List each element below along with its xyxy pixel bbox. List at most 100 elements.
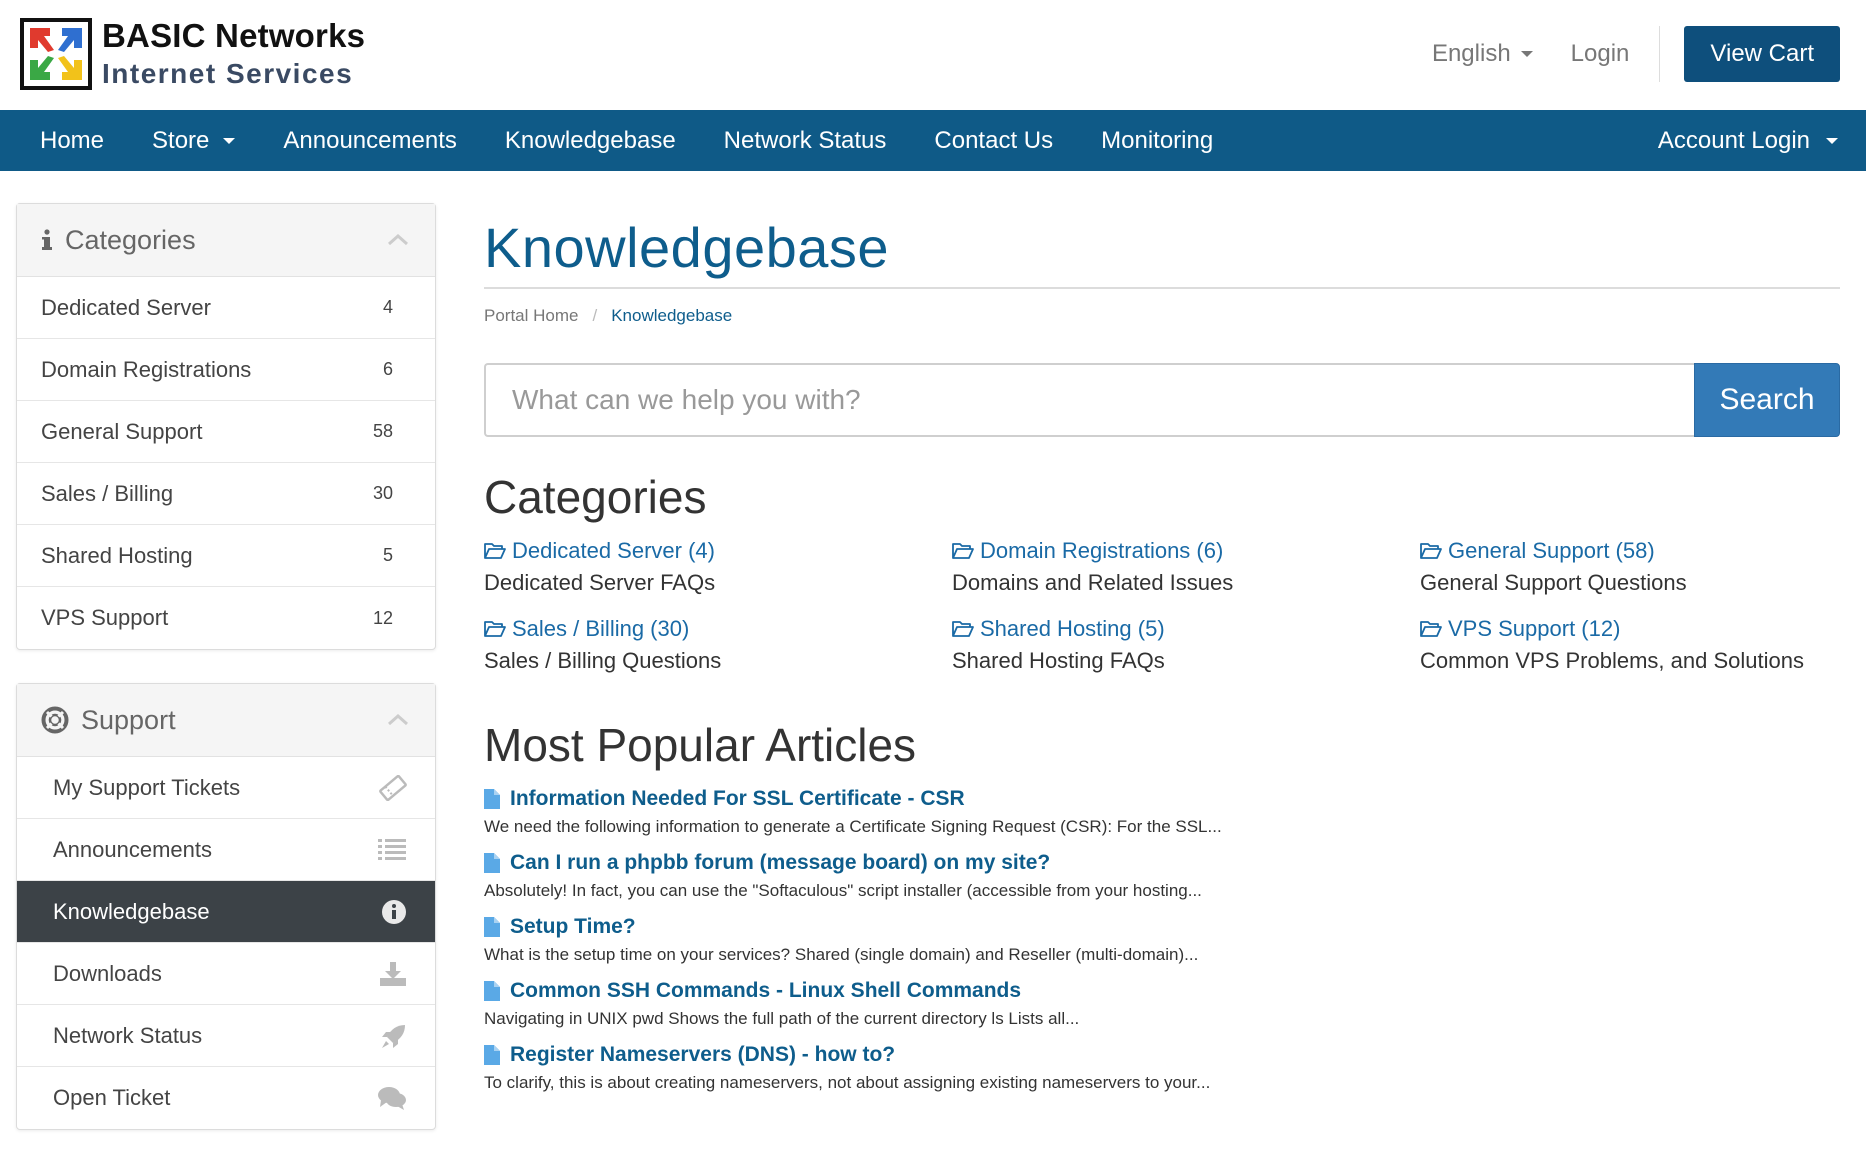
main-content: Knowledgebase Portal Home / Knowledgebas…	[484, 171, 1840, 1095]
sidebar-support-my-tickets[interactable]: My Support Tickets	[17, 757, 435, 819]
chevron-up-icon[interactable]	[387, 714, 409, 726]
category-count: 30	[372, 483, 393, 503]
support-panel-header[interactable]: Support	[17, 684, 435, 757]
rocket-icon	[382, 1025, 405, 1048]
category-link-label: Sales / Billing (30)	[512, 616, 690, 641]
nav-knowledgebase[interactable]: Knowledgebase	[481, 110, 700, 171]
sidebar-support-open-ticket[interactable]: Open Ticket	[17, 1067, 435, 1129]
list-icon	[378, 839, 406, 860]
sidebar-category-sales-billing[interactable]: Sales / Billing 30	[17, 463, 435, 525]
nav-network-status[interactable]: Network Status	[700, 110, 911, 171]
category-card: VPS Support (12) Common VPS Problems, an…	[1420, 613, 1840, 677]
kb-search-button[interactable]: Search	[1694, 363, 1840, 437]
brand-logo[interactable]: BASIC Networks Internet Services	[20, 18, 365, 94]
article-link-phpbb-forum[interactable]: Can I run a phpbb forum (message board) …	[484, 847, 1840, 879]
category-link-label: Domain Registrations (6)	[980, 538, 1224, 563]
category-count: 4	[382, 297, 393, 317]
title-divider	[484, 287, 1840, 289]
nav-store-label: Store	[152, 126, 210, 154]
kb-search-input[interactable]	[484, 363, 1694, 437]
file-icon	[484, 1045, 500, 1065]
folder-open-icon	[1420, 621, 1442, 637]
category-link-shared-hosting[interactable]: Shared Hosting (5)	[952, 613, 1420, 645]
breadcrumb: Portal Home / Knowledgebase	[484, 303, 1840, 329]
sidebar-category-domain-registrations[interactable]: Domain Registrations 6	[17, 339, 435, 401]
article-excerpt: We need the following information to gen…	[484, 817, 1222, 836]
nav-announcements[interactable]: Announcements	[259, 110, 480, 171]
breadcrumb-portal-home[interactable]: Portal Home	[484, 306, 578, 326]
view-cart-button[interactable]: View Cart	[1684, 26, 1840, 82]
category-link-vps-support[interactable]: VPS Support (12)	[1420, 613, 1840, 645]
article-title: Setup Time?	[510, 915, 636, 938]
brand-subtitle: Internet Services	[102, 58, 354, 89]
sidebar-support-knowledgebase[interactable]: Knowledgebase	[17, 881, 435, 943]
article-link-ssl-csr[interactable]: Information Needed For SSL Certificate -…	[484, 783, 1840, 815]
article-item: Information Needed For SSL Certificate -…	[484, 783, 1840, 839]
language-selector[interactable]: English	[1432, 40, 1533, 68]
sidebar-item-label: Knowledgebase	[53, 898, 210, 924]
category-link-label: General Support (58)	[1448, 538, 1655, 563]
breadcrumb-knowledgebase[interactable]: Knowledgebase	[611, 306, 732, 326]
category-card: Shared Hosting (5) Shared Hosting FAQs	[952, 613, 1420, 677]
categories-grid: Dedicated Server (4) Dedicated Server FA…	[484, 535, 1840, 677]
login-link[interactable]: Login	[1571, 40, 1630, 68]
comments-icon	[378, 1087, 406, 1110]
nav-store[interactable]: Store	[128, 110, 259, 171]
article-excerpt: Absolutely! In fact, you can use the "So…	[484, 881, 1202, 900]
folder-open-icon	[952, 543, 974, 559]
sidebar-item-label: Network Status	[53, 1022, 203, 1048]
article-link-register-nameservers[interactable]: Register Nameservers (DNS) - how to?	[484, 1039, 1840, 1071]
article-link-ssh-commands[interactable]: Common SSH Commands - Linux Shell Comman…	[484, 975, 1840, 1007]
nav-contact-us[interactable]: Contact Us	[910, 110, 1077, 171]
category-count: 5	[382, 545, 393, 565]
info-icon	[42, 229, 52, 250]
categories-panel: Categories Dedicated Server 4 Domain Reg…	[16, 203, 436, 650]
article-item: Register Nameservers (DNS) - how to? To …	[484, 1039, 1840, 1095]
nav-home[interactable]: Home	[16, 110, 128, 171]
category-count: 58	[372, 421, 393, 441]
sidebar-item-label: Shared Hosting	[41, 542, 193, 568]
popular-articles-heading: Most Popular Articles	[484, 719, 917, 771]
sidebar-support-network-status[interactable]: Network Status	[17, 1005, 435, 1067]
category-link-domain-registrations[interactable]: Domain Registrations (6)	[952, 535, 1420, 567]
nav-account-login[interactable]: Account Login	[1634, 110, 1838, 171]
category-description: Common VPS Problems, and Solutions	[1420, 648, 1804, 673]
sidebar-category-vps-support[interactable]: VPS Support 12	[17, 587, 435, 649]
sidebar-support-announcements[interactable]: Announcements	[17, 819, 435, 881]
sidebar-category-dedicated-server[interactable]: Dedicated Server 4	[17, 277, 435, 339]
category-link-sales-billing[interactable]: Sales / Billing (30)	[484, 613, 952, 645]
category-link-label: Dedicated Server (4)	[512, 538, 715, 563]
category-card: General Support (58) General Support Que…	[1420, 535, 1840, 599]
sidebar-support-downloads[interactable]: Downloads	[17, 943, 435, 1005]
sidebar-item-label: General Support	[41, 418, 203, 444]
article-link-setup-time[interactable]: Setup Time?	[484, 911, 1840, 943]
sidebar-item-label: Dedicated Server	[41, 294, 211, 320]
category-description: Shared Hosting FAQs	[952, 648, 1165, 673]
category-description: Sales / Billing Questions	[484, 648, 722, 673]
category-card: Sales / Billing (30) Sales / Billing Que…	[484, 613, 952, 677]
sidebar-category-shared-hosting[interactable]: Shared Hosting 5	[17, 525, 435, 587]
article-excerpt: To clarify, this is about creating names…	[484, 1073, 1211, 1092]
category-description: Domains and Related Issues	[952, 570, 1234, 595]
main-navbar: Home Store Announcements Knowledgebase N…	[0, 110, 1866, 171]
file-icon	[484, 853, 500, 873]
sidebar-item-label: VPS Support	[41, 605, 169, 630]
sidebar-item-label: My Support Tickets	[53, 774, 241, 800]
nav-monitoring[interactable]: Monitoring	[1077, 110, 1237, 171]
chevron-up-icon[interactable]	[387, 234, 409, 246]
sidebar-item-label: Announcements	[53, 836, 212, 862]
caret-down-icon	[1520, 51, 1533, 57]
sidebar-category-general-support[interactable]: General Support 58	[17, 401, 435, 463]
file-icon	[484, 981, 500, 1001]
article-item: Common SSH Commands - Linux Shell Comman…	[484, 975, 1840, 1031]
article-title: Can I run a phpbb forum (message board) …	[510, 851, 1051, 874]
sidebar-item-label: Downloads	[53, 960, 162, 986]
article-item: Setup Time? What is the setup time on yo…	[484, 911, 1840, 967]
category-link-general-support[interactable]: General Support (58)	[1420, 535, 1840, 567]
category-link-dedicated-server[interactable]: Dedicated Server (4)	[484, 535, 952, 567]
categories-panel-header[interactable]: Categories	[17, 204, 435, 277]
info-circle-icon	[382, 900, 406, 924]
article-title: Information Needed For SSL Certificate -…	[510, 787, 965, 810]
category-card: Dedicated Server (4) Dedicated Server FA…	[484, 535, 952, 599]
divider	[1659, 26, 1661, 82]
